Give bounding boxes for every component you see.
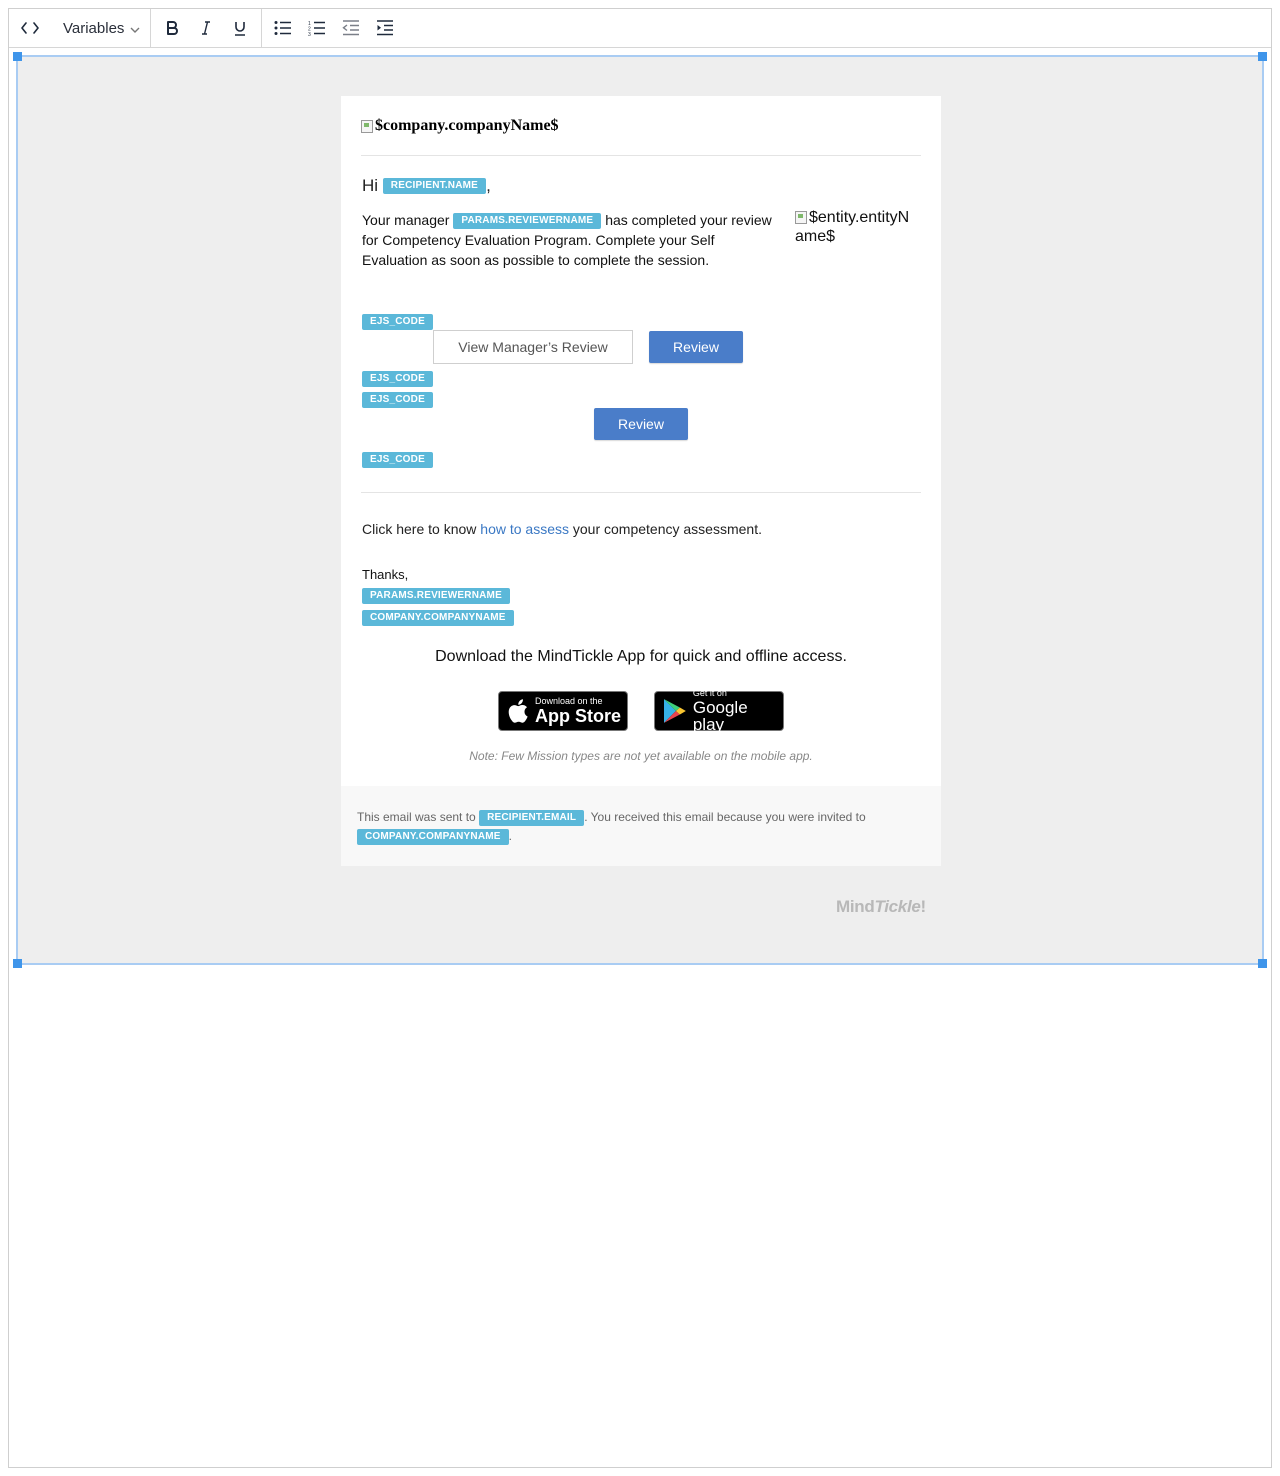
ejs-code-tag[interactable]: EJS_CODE xyxy=(362,452,433,468)
brand-mark: Mind xyxy=(836,897,875,916)
body-prefix: Your manager xyxy=(362,212,450,228)
view-managers-review-button[interactable]: View Manager’s Review xyxy=(433,330,633,364)
store-badges: Download on the App Store Get it on Goog… xyxy=(361,688,921,734)
footer-suffix: . xyxy=(508,829,512,843)
chevron-down-icon xyxy=(130,20,140,37)
variable-tag[interactable]: COMPANY.COMPANYNAME xyxy=(362,610,514,626)
variable-tag[interactable]: RECIPIENT.NAME xyxy=(382,178,487,194)
indent-icon[interactable] xyxy=(368,9,402,47)
variables-dropdown[interactable]: Variables xyxy=(51,9,150,47)
brand-flame-icon: ! xyxy=(920,897,927,916)
entity-image: $entity.entityName$ xyxy=(795,208,917,270)
variable-tag[interactable]: RECIPIENT.EMAIL xyxy=(479,809,585,826)
thanks-text: Thanks, xyxy=(362,567,409,582)
ejs-code-tag[interactable]: EJS_CODE xyxy=(362,392,433,408)
code-icon[interactable] xyxy=(9,9,51,47)
download-app-text: Download the MindTickle App for quick an… xyxy=(435,648,847,665)
app-store-big-text: App Store xyxy=(535,706,622,726)
divider xyxy=(361,155,921,156)
ejs-code-tag[interactable]: EJS_CODE xyxy=(362,371,433,387)
brand-italic: Tickle xyxy=(874,897,921,916)
apple-icon xyxy=(508,699,528,723)
google-play-icon xyxy=(663,699,686,723)
resize-handle-top-left[interactable] xyxy=(13,52,22,61)
click-suffix: your competency assessment. xyxy=(572,521,762,537)
greeting: Hi RECIPIENT.NAME , xyxy=(361,176,921,196)
mobile-note: Note: Few Mission types are not yet avai… xyxy=(469,749,813,763)
numbered-list-icon[interactable]: 123 xyxy=(300,9,334,47)
rich-text-editor: Variables 123 $company.companyName$ Hi R… xyxy=(8,8,1272,1468)
body-paragraph: Your manager PARAMS.REVIEWERNAME has com… xyxy=(361,210,772,270)
click-prefix: Click here to know xyxy=(362,521,477,537)
google-play-small-text: Get it on xyxy=(692,688,727,698)
google-play-badge[interactable]: Get it on Google play xyxy=(654,688,784,734)
signature: PARAMS.REVIEWERNAME COMPANY.COMPANYNAME xyxy=(361,588,921,626)
bold-icon[interactable] xyxy=(155,9,189,47)
how-to-assess-link[interactable]: how to assess xyxy=(480,521,569,537)
greeting-suffix: , xyxy=(486,176,491,195)
footer-prefix: This email was sent to xyxy=(357,810,476,824)
ejs-block: EJS_CODE View Manager’s Review Review EJ… xyxy=(361,314,921,474)
broken-image-icon xyxy=(361,119,373,133)
app-store-badge[interactable]: Download on the App Store xyxy=(498,691,628,731)
body-row: Your manager PARAMS.REVIEWERNAME has com… xyxy=(361,208,921,270)
resize-handle-bottom-right[interactable] xyxy=(1258,959,1267,968)
ejs-code-tag[interactable]: EJS_CODE xyxy=(362,314,433,330)
footer-middle: . You received this email because you we… xyxy=(584,810,866,824)
variables-label: Variables xyxy=(63,19,125,37)
svg-text:3: 3 xyxy=(308,32,311,36)
email-template-canvas[interactable]: $company.companyName$ Hi RECIPIENT.NAME … xyxy=(13,52,1267,968)
variable-tag[interactable]: COMPANY.COMPANYNAME xyxy=(357,828,509,845)
broken-image-icon xyxy=(795,211,807,224)
email-body: $company.companyName$ Hi RECIPIENT.NAME … xyxy=(341,96,941,866)
mindtickle-logo: MindTickle! xyxy=(836,897,926,917)
resize-handle-top-right[interactable] xyxy=(1258,52,1267,61)
greeting-text: Hi xyxy=(362,176,379,195)
variable-tag[interactable]: PARAMS.REVIEWERNAME xyxy=(453,213,602,230)
editor-toolbar: Variables 123 xyxy=(9,9,1271,48)
company-logo: $company.companyName$ xyxy=(361,96,921,135)
assessment-help-line: Click here to know how to assess your co… xyxy=(361,521,921,537)
resize-handle-bottom-left[interactable] xyxy=(13,959,22,968)
underline-icon[interactable] xyxy=(223,9,257,47)
company-logo-alt-text: $company.companyName$ xyxy=(375,117,559,134)
app-store-small-text: Download on the xyxy=(535,696,603,706)
italic-icon[interactable] xyxy=(189,9,223,47)
entity-image-alt-text: $entity.entityName$ xyxy=(795,209,910,245)
divider xyxy=(361,492,921,493)
outdent-icon[interactable] xyxy=(334,9,368,47)
variable-tag[interactable]: PARAMS.REVIEWERNAME xyxy=(362,588,510,604)
review-button[interactable]: Review xyxy=(649,331,743,363)
review-button[interactable]: Review xyxy=(594,408,688,440)
google-play-big-text: Google play xyxy=(692,698,748,734)
email-footer: This email was sent to RECIPIENT.EMAIL. … xyxy=(341,786,941,866)
bullet-list-icon[interactable] xyxy=(266,9,300,47)
